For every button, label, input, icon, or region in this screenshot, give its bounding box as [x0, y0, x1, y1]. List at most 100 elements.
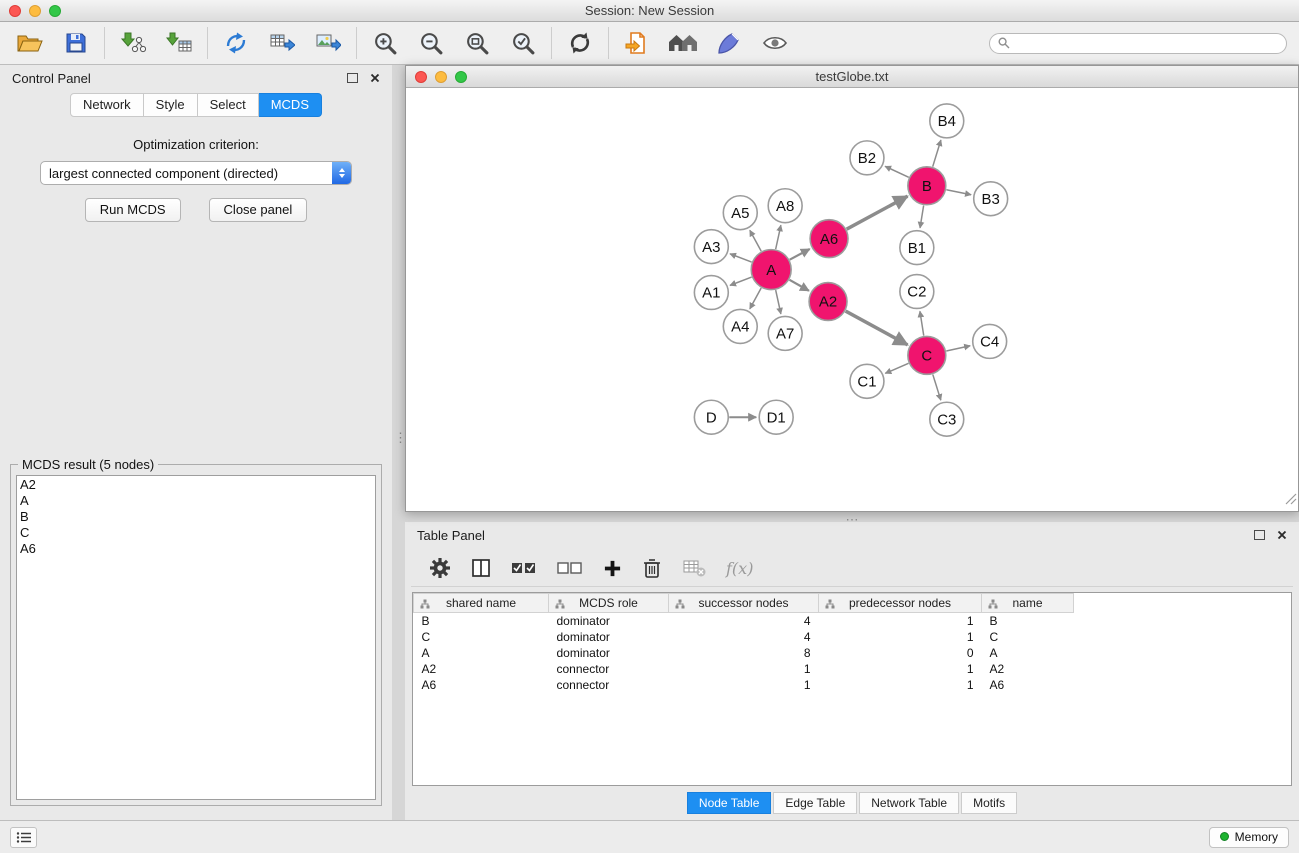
table-cell[interactable]: connector	[549, 677, 669, 693]
tab-network[interactable]: Network	[70, 93, 144, 117]
network-edge[interactable]	[846, 311, 908, 345]
network-node[interactable]: B	[908, 167, 946, 205]
resize-handle-icon[interactable]	[1285, 492, 1297, 510]
network-node[interactable]: D	[694, 400, 728, 434]
table-cell[interactable]: 4	[669, 629, 819, 645]
select-all-button[interactable]	[511, 559, 537, 577]
save-session-button[interactable]	[60, 27, 92, 59]
network-node[interactable]: B1	[900, 231, 934, 265]
network-edge[interactable]	[776, 225, 781, 249]
network-node[interactable]: A7	[768, 316, 802, 350]
result-item[interactable]: A6	[20, 541, 372, 557]
network-node[interactable]: A4	[723, 309, 757, 343]
network-edge[interactable]	[933, 374, 941, 400]
column-header[interactable]: name	[982, 594, 1074, 613]
table-cell[interactable]: 1	[669, 661, 819, 677]
criterion-dropdown[interactable]: largest connected component (directed)	[40, 161, 352, 185]
zoom-out-button[interactable]	[415, 27, 447, 59]
table-cell[interactable]: B	[414, 613, 549, 629]
column-visibility-button[interactable]	[471, 558, 491, 578]
search-input[interactable]	[1015, 36, 1278, 50]
network-node[interactable]: D1	[759, 400, 793, 434]
close-panel-button[interactable]: Close panel	[209, 198, 308, 222]
table-cell[interactable]: connector	[549, 661, 669, 677]
table-cell[interactable]: A6	[982, 677, 1074, 693]
network-node[interactable]: A6	[810, 220, 848, 258]
table-cell[interactable]: 8	[669, 645, 819, 661]
table-row[interactable]: Cdominator41C	[414, 629, 1074, 645]
float-table-panel-icon[interactable]	[1254, 530, 1265, 540]
tab-node-table[interactable]: Node Table	[687, 792, 772, 814]
network-node[interactable]: C3	[930, 402, 964, 436]
network-edge[interactable]	[946, 346, 970, 351]
network-node[interactable]: B2	[850, 141, 884, 175]
zoom-in-button[interactable]	[369, 27, 401, 59]
tab-select[interactable]: Select	[198, 93, 259, 117]
table-cell[interactable]: 1	[819, 613, 982, 629]
import-file-button[interactable]	[621, 27, 653, 59]
table-cell[interactable]: 1	[819, 629, 982, 645]
export-image-button[interactable]	[312, 27, 344, 59]
tab-mcds[interactable]: MCDS	[259, 93, 322, 117]
column-header[interactable]: successor nodes	[669, 594, 819, 613]
run-mcds-button[interactable]: Run MCDS	[85, 198, 181, 222]
network-node[interactable]: C	[908, 336, 946, 374]
tab-network-table[interactable]: Network Table	[859, 792, 959, 814]
table-cell[interactable]: 1	[669, 677, 819, 693]
network-edge[interactable]	[750, 230, 761, 251]
network-edge[interactable]	[730, 254, 752, 262]
result-item[interactable]: C	[20, 525, 372, 541]
network-edge[interactable]	[920, 205, 924, 227]
network-node[interactable]: C2	[900, 275, 934, 309]
table-cell[interactable]: dominator	[549, 645, 669, 661]
table-cell[interactable]: dominator	[549, 613, 669, 629]
table-cell[interactable]: 1	[819, 677, 982, 693]
create-column-button[interactable]	[603, 559, 622, 578]
table-cell[interactable]: A6	[414, 677, 549, 693]
result-item[interactable]: A	[20, 493, 372, 509]
zoom-fit-button[interactable]	[461, 27, 493, 59]
network-node[interactable]: A1	[694, 276, 728, 310]
horizontal-splitter-handle[interactable]: ⋯	[846, 512, 859, 528]
column-header[interactable]: MCDS role	[549, 594, 669, 613]
network-edge[interactable]	[776, 290, 781, 314]
network-node[interactable]: A	[751, 250, 791, 290]
import-network-button[interactable]	[117, 27, 149, 59]
network-edge[interactable]	[920, 311, 924, 335]
minimize-network-window-button[interactable]	[435, 71, 447, 83]
network-canvas[interactable]: B4B2BB3A8A5A6A3B1AC2A1A2A4A7C4CC1DD1C3	[406, 88, 1298, 511]
network-node[interactable]: B3	[974, 182, 1008, 216]
open-session-button[interactable]	[14, 27, 46, 59]
new-network-button[interactable]	[220, 27, 252, 59]
tab-style[interactable]: Style	[144, 93, 198, 117]
table-row[interactable]: A6connector11A6	[414, 677, 1074, 693]
network-edge[interactable]	[885, 166, 909, 177]
close-window-button[interactable]	[9, 5, 21, 17]
column-header[interactable]: predecessor nodes	[819, 594, 982, 613]
column-header[interactable]: shared name	[414, 594, 549, 613]
graphics-details-button[interactable]	[713, 27, 745, 59]
delete-table-button[interactable]	[682, 558, 706, 578]
table-cell[interactable]: 0	[819, 645, 982, 661]
network-node[interactable]: C1	[850, 364, 884, 398]
export-table-button[interactable]	[266, 27, 298, 59]
import-table-button[interactable]	[163, 27, 195, 59]
minimize-window-button[interactable]	[29, 5, 41, 17]
table-cell[interactable]: A2	[982, 661, 1074, 677]
table-cell[interactable]: A	[414, 645, 549, 661]
table-settings-button[interactable]	[429, 557, 451, 579]
refresh-layout-button[interactable]	[564, 27, 596, 59]
network-node[interactable]: B4	[930, 104, 964, 138]
table-cell[interactable]: A2	[414, 661, 549, 677]
delete-column-button[interactable]	[642, 557, 662, 579]
network-node[interactable]: C4	[973, 324, 1007, 358]
network-edge[interactable]	[847, 196, 908, 229]
network-edge[interactable]	[933, 140, 941, 167]
table-cell[interactable]: A	[982, 645, 1074, 661]
network-node[interactable]: A3	[694, 230, 728, 264]
zoom-selected-button[interactable]	[507, 27, 539, 59]
table-cell[interactable]: 4	[669, 613, 819, 629]
close-panel-icon[interactable]	[370, 73, 380, 83]
tab-edge-table[interactable]: Edge Table	[773, 792, 857, 814]
table-row[interactable]: A2connector11A2	[414, 661, 1074, 677]
